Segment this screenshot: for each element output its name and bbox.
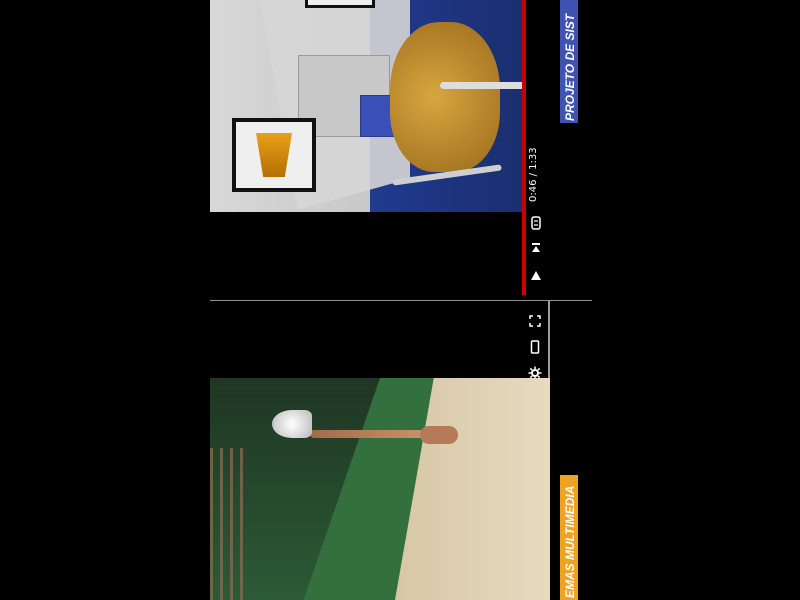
- scene-chair-arm: [440, 82, 522, 89]
- scene-chair: [390, 22, 500, 172]
- time-display: 0:46 / 1:33: [522, 147, 550, 210]
- scene-lamp-head: [272, 410, 312, 438]
- video-frame-top[interactable]: [210, 0, 522, 212]
- fullscreen-button[interactable]: [522, 310, 548, 332]
- scene-railing: [210, 448, 250, 600]
- title-label-bottom: EMAS MULTIMEDIA: [560, 475, 578, 600]
- next-icon: [532, 243, 540, 252]
- title-label-bottom-text: EMAS MULTIMEDIA: [563, 485, 577, 598]
- time-display-text: 0:46 / 1:33: [528, 147, 539, 202]
- play-button[interactable]: [523, 265, 549, 287]
- phone-button[interactable]: [522, 336, 548, 358]
- fullscreen-icon: [529, 315, 541, 327]
- scene-lamp-base: [420, 426, 458, 444]
- logo-mark: [256, 133, 292, 177]
- video-separator: [210, 300, 592, 301]
- scene-poster-logo: [232, 118, 316, 192]
- scene-poster-2: [305, 0, 375, 8]
- cc-icon: [531, 216, 541, 230]
- play-icon: [531, 271, 541, 280]
- title-label-top: PROJETO DE SIST: [560, 0, 578, 123]
- video-frame-bottom[interactable]: [210, 378, 550, 600]
- cc-button[interactable]: [523, 212, 549, 234]
- title-label-top-text: PROJETO DE SIST: [563, 13, 577, 121]
- next-button[interactable]: [523, 237, 549, 259]
- phone-icon: [530, 340, 540, 354]
